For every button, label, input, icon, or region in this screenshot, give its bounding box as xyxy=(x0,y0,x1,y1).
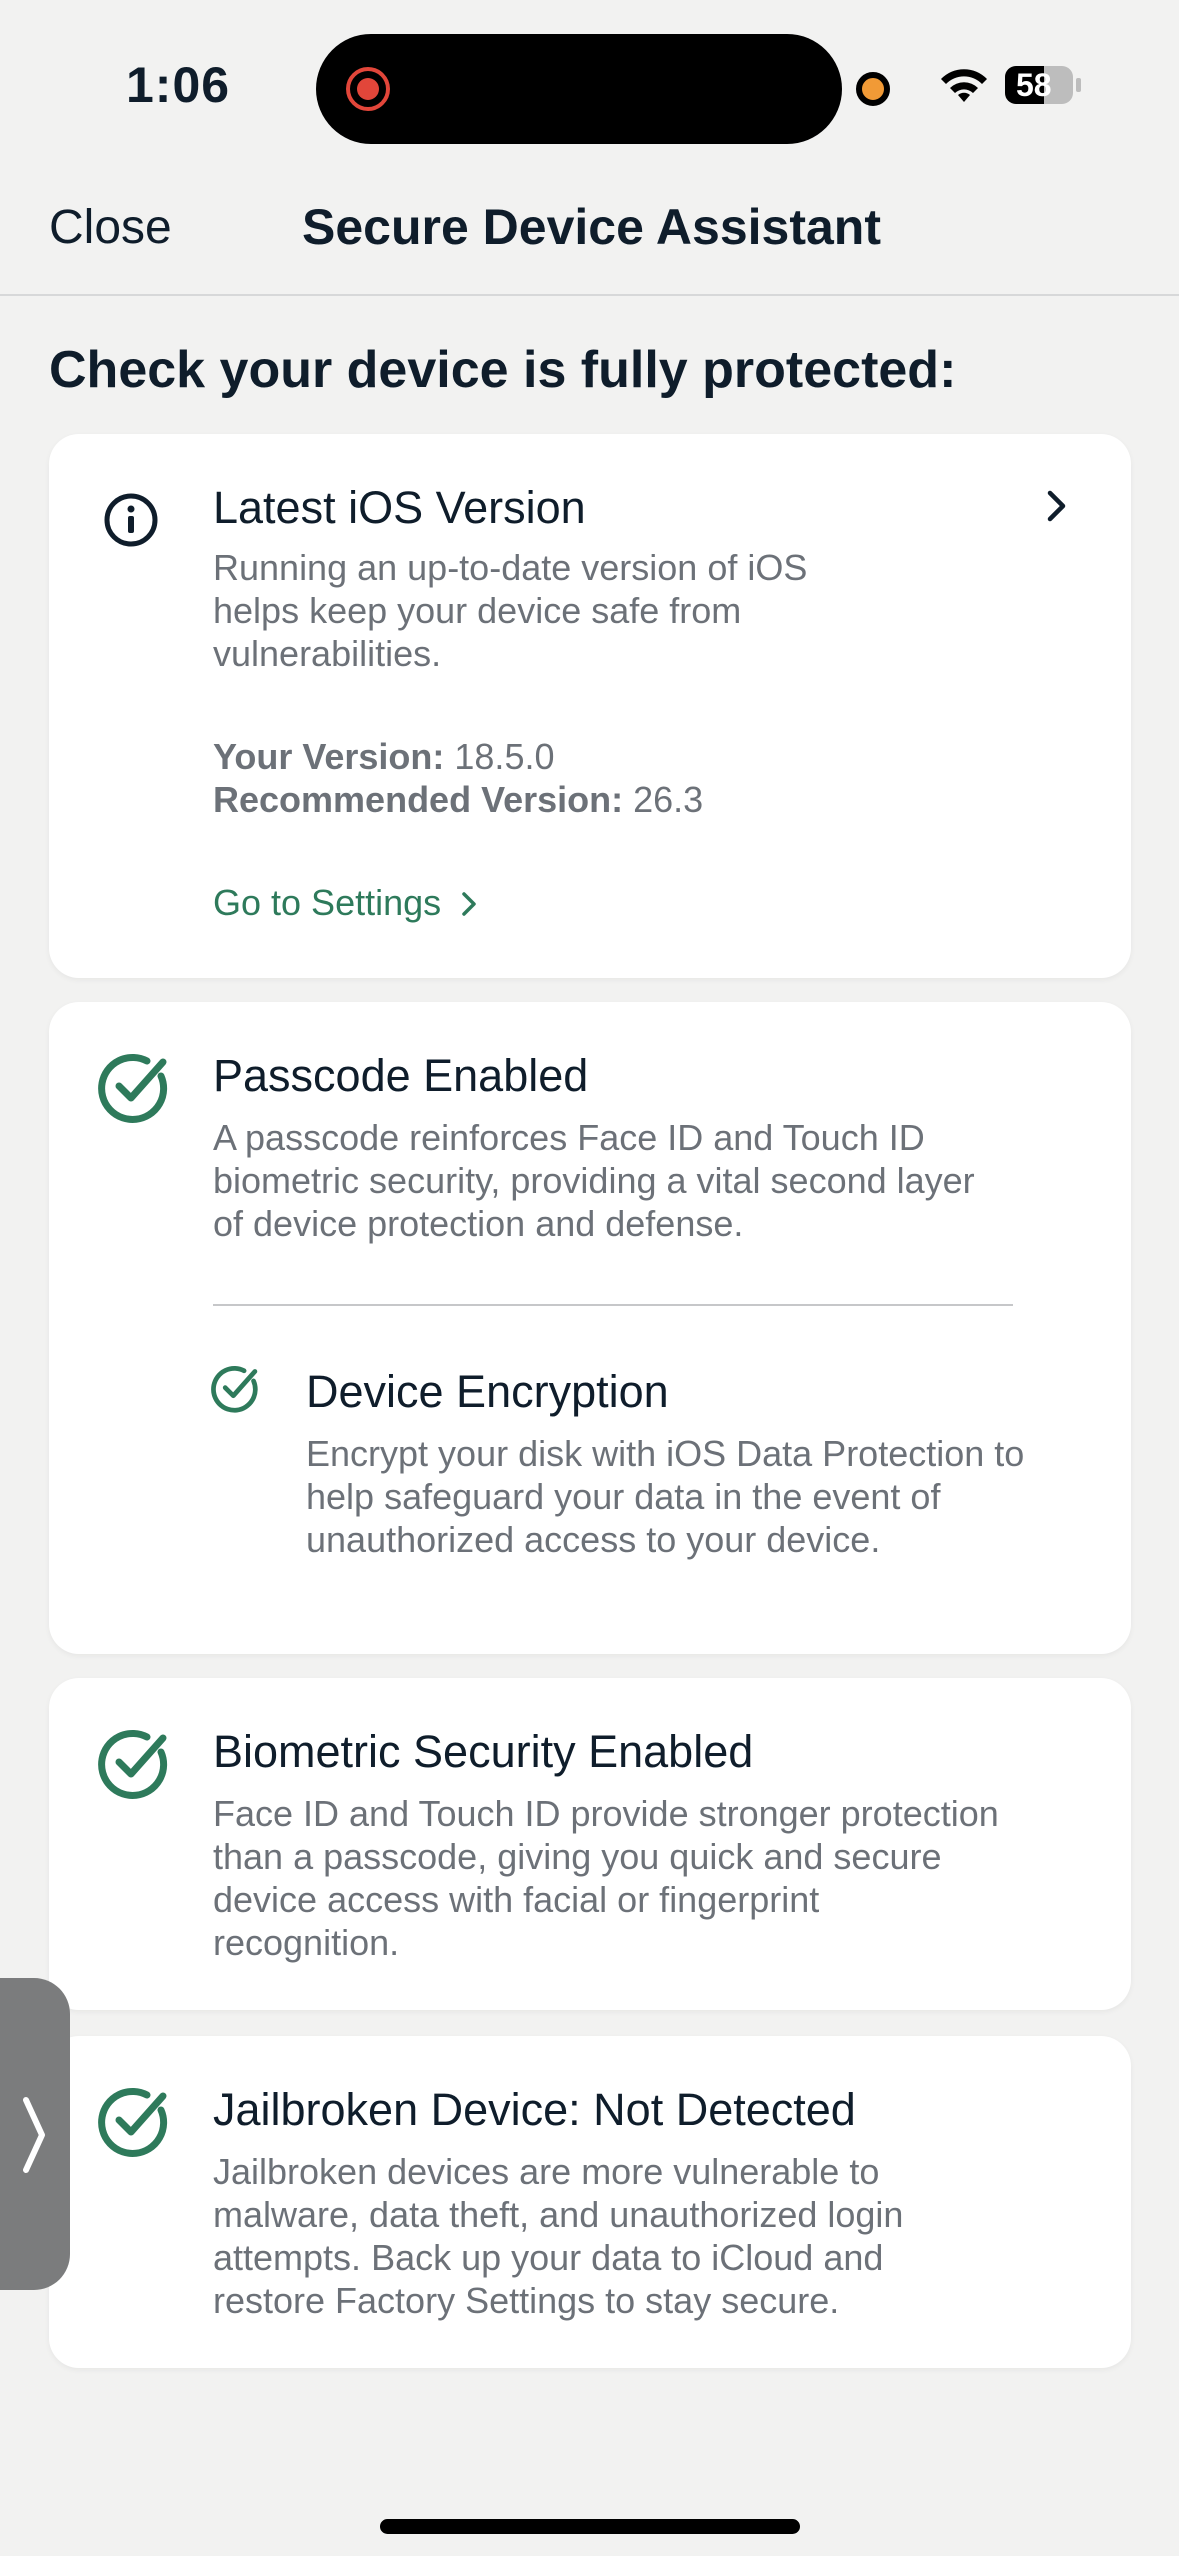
nav-bar: Close Secure Device Assistant xyxy=(0,170,1179,296)
ios-version-description: Running an up-to-date version of iOS hel… xyxy=(213,547,808,674)
check-circle-icon xyxy=(211,1366,258,1413)
ios-version-title: Latest iOS Version xyxy=(213,482,586,533)
passcode-description: A passcode reinforces Face ID and Touch … xyxy=(213,1117,975,1244)
check-circle-icon xyxy=(98,1053,168,1123)
encryption-title: Device Encryption xyxy=(306,1366,669,1417)
status-bar: 1:06 58 xyxy=(0,0,1179,170)
jailbreak-description: Jailbroken devices are more vulnerable t… xyxy=(213,2151,904,2321)
page-title: Secure Device Assistant xyxy=(302,199,882,255)
recommended-version-row: Recommended Version: 26.3 xyxy=(213,779,703,821)
recommended-version-value: 26.3 xyxy=(623,779,704,820)
check-circle-icon xyxy=(98,1729,168,1799)
go-to-settings-link[interactable]: Go to Settings xyxy=(213,882,481,924)
side-panel-handle[interactable] xyxy=(0,1978,70,2290)
section-heading: Check your device is fully protected: xyxy=(49,341,957,399)
your-version-label: Your Version: xyxy=(213,736,445,777)
your-version-row: Your Version: 18.5.0 xyxy=(213,736,554,778)
passcode-title: Passcode Enabled xyxy=(213,1050,589,1101)
jailbreak-card: Jailbroken Device: Not Detected Jailbrok… xyxy=(49,2036,1131,2368)
biometric-title: Biometric Security Enabled xyxy=(213,1726,754,1777)
status-time: 1:06 xyxy=(126,57,231,113)
recommended-version-label: Recommended Version: xyxy=(213,779,624,820)
battery-icon: 58 xyxy=(1004,64,1084,106)
biometric-card: Biometric Security Enabled Face ID and T… xyxy=(49,1678,1131,2010)
record-icon xyxy=(346,67,390,111)
home-indicator[interactable] xyxy=(380,2519,800,2534)
camera-indicator-icon xyxy=(856,72,890,106)
encryption-description: Encrypt your disk with iOS Data Protecti… xyxy=(306,1433,1025,1560)
divider xyxy=(213,1304,1013,1306)
battery-level: 58 xyxy=(1016,67,1052,103)
wifi-icon xyxy=(941,69,987,102)
biometric-description: Face ID and Touch ID provide stronger pr… xyxy=(213,1793,999,1963)
chevron-right-icon xyxy=(462,892,476,916)
dynamic-island xyxy=(316,34,842,144)
chevron-right-icon[interactable] xyxy=(1041,486,1071,526)
chevron-right-icon xyxy=(23,2097,45,2173)
go-to-settings-label: Go to Settings xyxy=(213,882,442,923)
jailbreak-title: Jailbroken Device: Not Detected xyxy=(213,2084,856,2135)
info-icon xyxy=(104,493,158,547)
passcode-card: Passcode Enabled A passcode reinforces F… xyxy=(49,1002,1131,1654)
ios-version-card[interactable]: Latest iOS Version Running an up-to-date… xyxy=(49,434,1131,978)
your-version-value: 18.5.0 xyxy=(444,736,555,777)
close-button[interactable]: Close xyxy=(49,200,172,255)
check-circle-icon xyxy=(98,2087,168,2157)
